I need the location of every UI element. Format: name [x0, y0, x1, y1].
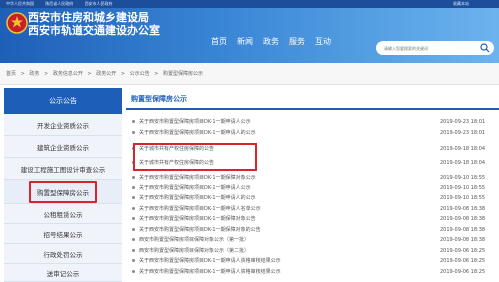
breadcrumb-separator: >: [44, 71, 49, 77]
national-emblem-icon: [6, 12, 28, 34]
search-icon[interactable]: [480, 43, 490, 53]
breadcrumb-item[interactable]: 政务公开: [96, 71, 116, 77]
breadcrumb-current[interactable]: 购置型保障房公示: [163, 71, 203, 77]
nav-news[interactable]: 新闻: [237, 36, 253, 47]
bullet-icon: [132, 249, 135, 252]
breadcrumb-separator: >: [120, 71, 126, 77]
nav-service[interactable]: 服务: [289, 36, 305, 47]
site-title-line2: 西安市轨道交通建设办公室: [28, 24, 160, 37]
search-input[interactable]: [384, 43, 476, 53]
breadcrumb-item[interactable]: 政务信息公开: [53, 71, 83, 77]
sidebar-item-construction-qualification[interactable]: 建筑企业资质公示: [4, 136, 122, 158]
breadcrumb-separator: >: [154, 71, 159, 77]
breadcrumb-separator: >: [20, 71, 25, 77]
list-item[interactable]: 关于西安市购置型保障房项目DK-1一期申请人公示 2019-09-23 18:01: [126, 118, 499, 128]
bullet-icon: [132, 176, 135, 179]
list-item[interactable]: 关于西安市购置型保障房项目DK-1一期申请人资格审核结果公示 2019-09-06…: [126, 257, 499, 267]
bullet-icon: [132, 270, 135, 273]
breadcrumb: 首页 > 政务 > 政务信息公开 > 政务公开 > 公示公告 > 购置型保障房公…: [0, 63, 499, 85]
sidebar-item-submission[interactable]: 送审记公示: [4, 264, 122, 282]
list-item[interactable]: 关于西安市购置型保障房项目DK-1一期申请人公示 2019-09-10 18:55: [126, 184, 499, 194]
list-item[interactable]: 关于西安市购置型保障房项目DK-1一期申请人的公示 2019-09-23 18:0…: [126, 129, 499, 139]
bullet-icon: [132, 120, 135, 123]
list-item[interactable]: 关于西安市购置型保障房项目DK-1一期申请人资格审核结果公示 2019-09-06…: [126, 268, 499, 278]
top-link[interactable]: 西安市人民政府: [85, 1, 113, 6]
bullet-icon: [132, 196, 135, 199]
search-box: [376, 41, 494, 55]
header-banner: 西安市住房和城乡建设局 西安市轨道交通建设办公室 首页 新闻 政务 服务 互动: [0, 8, 499, 63]
bullet-icon: [132, 228, 135, 231]
list-item[interactable]: 西安市购置型保障房项目保障对象公示（第二批） 2019-09-06 18:25: [126, 247, 499, 257]
site-title[interactable]: 西安市住房和城乡建设局 西安市轨道交通建设办公室: [28, 11, 160, 37]
breadcrumb-item[interactable]: 首页: [6, 71, 16, 77]
sidebar-item-developer-qualification[interactable]: 开发企业资质公示: [4, 114, 122, 136]
top-link[interactable]: 中华人民共和国: [6, 1, 34, 6]
bullet-icon: [132, 238, 135, 241]
site-title-line1: 西安市住房和城乡建设局: [28, 11, 149, 24]
list-item[interactable]: 关于西安市购置型保障房项目DK-1一期保障对象的公告 2019-09-08 18:…: [126, 226, 499, 236]
content-title: 购置型保障房公示: [131, 95, 187, 103]
sidebar-heading: 公示公告: [4, 88, 122, 114]
top-strip: 中华人民共和国 陕西省人民政府 西安市人民政府 收藏本站: [0, 0, 499, 8]
breadcrumb-separator: >: [87, 71, 92, 77]
top-links: 中华人民共和国 陕西省人民政府 西安市人民政府: [6, 0, 123, 8]
bullet-icon: [132, 131, 135, 134]
sidebar-item-public-rental[interactable]: 公租租赁公示: [4, 204, 122, 224]
highlight-annotation-box: [133, 143, 257, 171]
bullet-icon: [132, 259, 135, 262]
list-item[interactable]: 关于西安市购置型保障房项目DK-1一期保障对象公告 2019-09-08 18:3…: [126, 215, 499, 225]
sidebar-item-purchase-housing[interactable]: 购置型保障房公示: [4, 180, 122, 204]
breadcrumb-item[interactable]: 政务: [29, 71, 39, 77]
nav-interaction[interactable]: 互动: [315, 36, 331, 47]
sidebar: 公示公告 开发企业资质公示 建筑企业资质公示 建设工程施工图设计审查公示 购置型…: [4, 88, 122, 282]
sidebar-item-lottery-result[interactable]: 招号结果公示: [4, 224, 122, 244]
sidebar-item-penalty[interactable]: 行政处罚公示: [4, 244, 122, 264]
list-item[interactable]: 关于西安市购置型保障房项目DK-1一期保障对象公示 2019-09-10 18:5…: [126, 174, 499, 184]
content-panel: 购置型保障房公示 关于西安市购置型保障房项目DK-1一期申请人公示 2019-09…: [126, 88, 499, 282]
favorite-link[interactable]: 收藏本站: [453, 0, 469, 8]
nav-affairs[interactable]: 政务: [263, 36, 279, 47]
bullet-icon: [132, 186, 135, 189]
sidebar-item-drawing-review[interactable]: 建设工程施工图设计审查公示: [4, 158, 122, 180]
list-item[interactable]: 西安市购置型保障房项目保障对象公示（第一批） 2019-09-08 18:38: [126, 236, 499, 246]
bullet-icon: [132, 217, 135, 220]
breadcrumb-item[interactable]: 公示公告: [130, 71, 150, 77]
content-header: 购置型保障房公示: [126, 88, 499, 110]
bullet-icon: [132, 207, 135, 210]
list-item[interactable]: 关于西安市购置型保障房项目DK-1一期申请人名单公示 2019-09-08 18:…: [126, 205, 499, 215]
list-item[interactable]: 关于西安市购置型保障房项目DK-1一期申请人的公示 2019-09-10 18:5…: [126, 194, 499, 204]
top-link[interactable]: 陕西省人民政府: [45, 1, 73, 6]
nav-home[interactable]: 首页: [211, 36, 227, 47]
